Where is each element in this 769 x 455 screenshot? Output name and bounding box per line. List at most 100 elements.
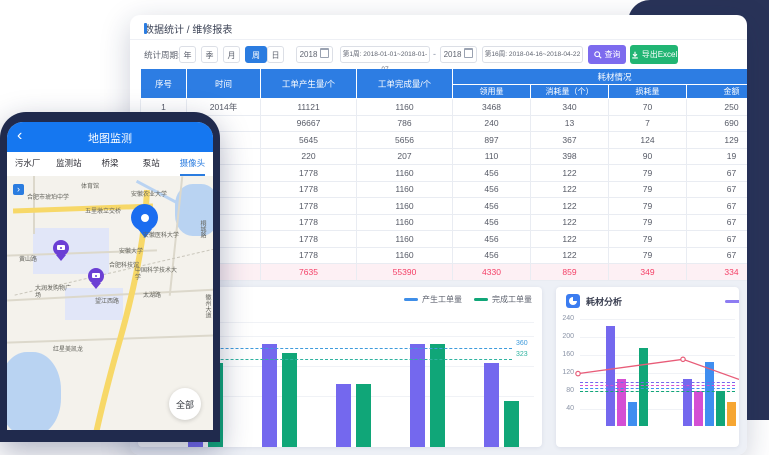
y-axis-label: 120 (556, 369, 574, 376)
table-cell: 1778 (261, 198, 357, 215)
tab-监测站[interactable]: 监测站 (48, 152, 89, 176)
col-group-header: 耗材情况 (453, 69, 748, 85)
bar-series-purple (606, 326, 615, 427)
tab-桥梁[interactable]: 桥梁 (89, 152, 130, 176)
map-label: 安徽大学 (119, 246, 143, 255)
sub-col-header: 损耗量 (609, 85, 687, 99)
map-label: 五里墩立交桥 (85, 206, 121, 215)
bar-series-blue (705, 362, 714, 427)
show-all-button[interactable]: 全部 (169, 388, 201, 420)
table-cell: 1160 (357, 165, 453, 182)
sub-col-header: 领用量 (453, 85, 531, 99)
map-label: 红星美凯龙 (53, 344, 83, 353)
table-cell: 456 (453, 181, 531, 198)
tab-泵站[interactable]: 泵站 (131, 152, 172, 176)
table-cell: 129 (687, 132, 748, 149)
consumables-chart: 耗材分析 2402001601208040 (556, 287, 739, 447)
table-row: 356455656897367124129 (141, 132, 748, 149)
table-cell: 398 (531, 148, 609, 165)
phone-page-title: 地图监测 (7, 130, 213, 146)
selected-location-pin[interactable] (131, 204, 158, 231)
tab-摄像头[interactable]: 摄像头 (172, 152, 213, 176)
y-axis-label: 80 (556, 387, 574, 394)
period-segment-年[interactable]: 年 (179, 46, 196, 63)
table-cell: 1160 (357, 198, 453, 215)
table-cell: 79 (609, 165, 687, 182)
tab-污水厂[interactable]: 污水厂 (7, 152, 48, 176)
start-year-select[interactable]: 2018 (296, 46, 333, 63)
map-panel-expander[interactable]: › (13, 184, 24, 195)
camera-pin[interactable] (88, 268, 104, 284)
table-row: 296667786240137690 (141, 115, 748, 132)
table-cell: 122 (531, 198, 609, 215)
table-cell: 456 (453, 214, 531, 231)
map-label: 体育馆 (81, 181, 99, 190)
query-button[interactable]: 查询 (588, 45, 626, 64)
table-cell: 1778 (261, 214, 357, 231)
legend-marker (474, 298, 488, 301)
table-row: 8177811604561227967 (141, 214, 748, 231)
y-axis-label: 40 (556, 405, 574, 412)
calendar-icon (464, 48, 473, 58)
table-row: 10177811604561227967 (141, 247, 748, 264)
export-excel-button[interactable]: 导出Excel (630, 45, 678, 64)
table-row: 12014年111211160346834070250 (141, 99, 748, 116)
bar-series-green (716, 391, 725, 427)
table-cell: 79 (609, 231, 687, 248)
table-cell: 5656 (357, 132, 453, 149)
bar-产生工单量 (484, 363, 499, 447)
start-week-range-input[interactable]: 第1周: 2018-01-01~2018-01-07 (340, 46, 430, 63)
reference-label: 323 (516, 351, 528, 358)
table-cell: 67 (687, 181, 748, 198)
table-cell: 11121 (261, 99, 357, 116)
table-cell: 456 (453, 247, 531, 264)
table-cell: 79 (609, 181, 687, 198)
table-cell: 79 (609, 247, 687, 264)
end-year-select[interactable]: 2018 (440, 46, 477, 63)
map-label: 桐城路 (198, 220, 207, 238)
pin-dot (141, 214, 149, 222)
camera-pin[interactable] (53, 240, 69, 256)
table-cell: 5645 (261, 132, 357, 149)
table-cell: 786 (357, 115, 453, 132)
phone-mockup: ‹ 地图监测 污水厂监测站桥梁泵站摄像头 (0, 112, 220, 442)
table-cell: 456 (453, 231, 531, 248)
table-cell: 334 (687, 264, 748, 281)
period-segment-月[interactable]: 月 (223, 46, 240, 63)
report-table: 序号时间工单产生量/个工单完成量/个耗材情况领用量消耗量（个）损耗量金额 120… (140, 68, 747, 297)
report-table-wrapper: 序号时间工单产生量/个工单完成量/个耗材情况领用量消耗量（个）损耗量金额 120… (140, 68, 747, 297)
reference-label: 360 (516, 340, 528, 347)
table-cell: 220 (261, 148, 357, 165)
table-row: 6177811604561227967 (141, 181, 748, 198)
table-cell: 110 (453, 148, 531, 165)
gridline (580, 337, 735, 338)
charts-strip: 产生工单量完成工单量 360323 耗材分析 2402001601208040 (130, 281, 747, 455)
table-cell: 122 (531, 165, 609, 182)
map-label: 安徽医科大学 (143, 230, 179, 239)
period-segment-季[interactable]: 季 (201, 46, 218, 63)
dashboard-window: 数据统计 / 维修报表 统计周期: 年季月周日 2018 第1周: 2018-0… (130, 15, 747, 455)
chart-legend: 产生工单量完成工单量 (404, 294, 532, 305)
table-row: 42202071103989019 (141, 148, 748, 165)
reference-line (580, 388, 735, 389)
col-header: 序号 (141, 69, 187, 99)
gridline (580, 355, 735, 356)
bar-完成工单量 (504, 401, 519, 448)
table-cell: 250 (687, 99, 748, 116)
end-week-range-input[interactable]: 第16周: 2018-04-16~2018-04-22 (482, 46, 583, 63)
table-cell: 19 (687, 148, 748, 165)
reference-line (580, 391, 735, 392)
table-cell: 1160 (357, 247, 453, 264)
table-cell: 122 (531, 247, 609, 264)
map-label: 太湖路 (143, 290, 161, 299)
map-view[interactable]: › 全部 合肥市琥珀中学体育馆安徽农业大学五里墩立交桥安徽医科大学安徽大学合肥科… (7, 176, 213, 430)
period-segment-周[interactable]: 周 (245, 46, 267, 63)
table-cell: 349 (609, 264, 687, 281)
table-cell: 67 (687, 247, 748, 264)
table-cell: 1160 (357, 214, 453, 231)
table-cell: 96667 (261, 115, 357, 132)
table-cell: 1778 (261, 181, 357, 198)
map-label: 望江西路 (95, 296, 119, 305)
period-segment-日[interactable]: 日 (267, 46, 284, 63)
table-cell: 1778 (261, 231, 357, 248)
